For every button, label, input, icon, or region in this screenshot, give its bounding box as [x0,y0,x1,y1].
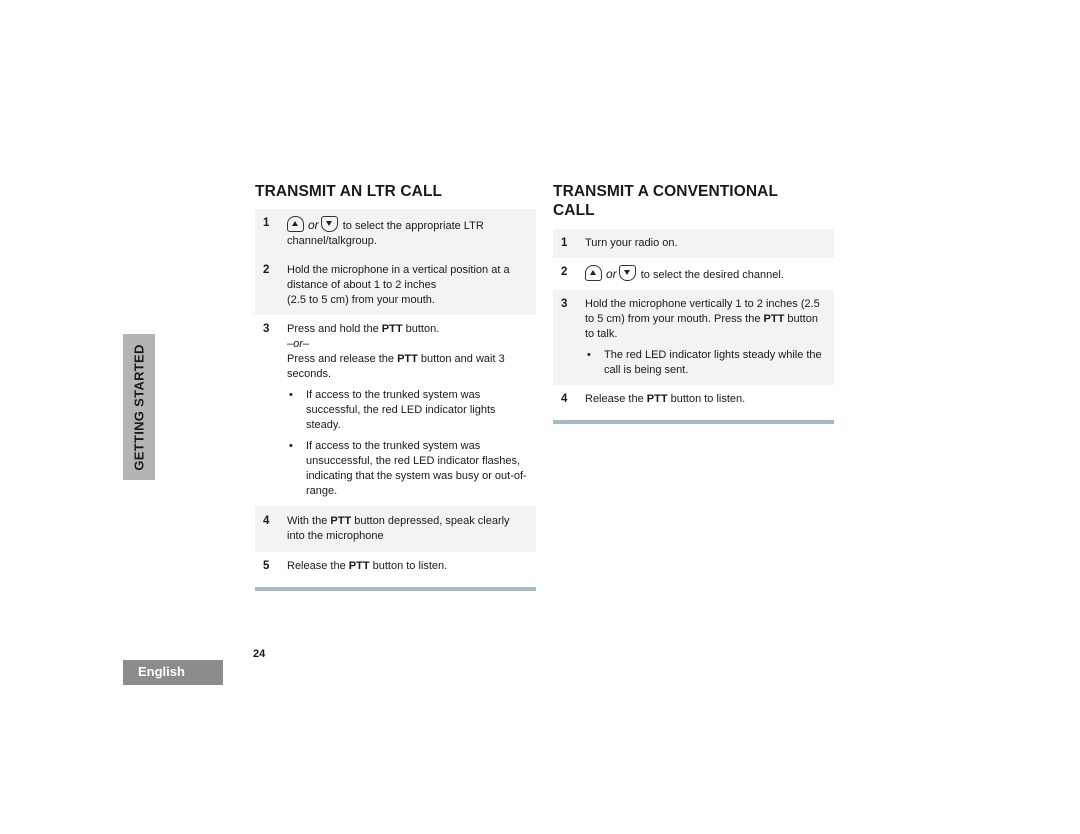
step-item: 1 or to select the appropriate LTR chann… [255,209,536,256]
section-tab-label: GETTING STARTED [131,343,147,471]
step-number: 2 [263,264,270,276]
bullet-text: If access to the trunked system was unsu… [306,440,527,497]
ptt-label: PTT [397,353,418,365]
step-number: 1 [263,217,270,229]
conventional-call-section: TRANSMIT A CONVENTIONAL CALL 1 Turn your… [553,182,834,424]
bullet-text: The red LED indicator lights steady whil… [604,349,822,376]
step-item: 5 Release the PTT button to listen. [255,552,536,581]
section-title: TRANSMIT AN LTR CALL [255,183,443,200]
step-text: Hold the microphone vertically 1 to 2 in… [585,297,826,378]
step-text: With the PTT button depressed, speak cle… [287,514,528,544]
step-description: Hold the microphone in a vertical positi… [287,264,510,291]
step-number: 4 [561,393,568,405]
text: Press and release the [287,353,398,365]
step-number: 1 [561,237,568,249]
ptt-label: PTT [348,560,370,572]
text: Release the [585,393,647,405]
section-tab-getting-started[interactable]: GETTING STARTED [123,334,155,480]
step-description-cont: (2.5 to 5 cm) from your mouth. [287,294,435,306]
up-arrow-key-icon [585,265,602,281]
step-item: 4 With the PTT button depressed, speak c… [255,506,536,552]
step-number: 3 [561,298,568,310]
step-text: Hold the microphone in a vertical positi… [287,263,528,308]
ltr-call-section: TRANSMIT AN LTR CALL 1 or to select the … [255,182,536,591]
step-number: 4 [263,515,270,527]
ptt-label: PTT [763,313,785,325]
ptt-label: PTT [330,515,352,527]
text: Press and hold the [287,323,382,335]
step-number: 2 [561,266,568,278]
down-arrow-key-icon [618,265,636,281]
or-text: or [308,218,319,232]
text: With the [287,515,331,527]
section-end-rule [553,420,834,424]
step-number: 3 [263,323,270,335]
text: button to listen. [369,560,448,572]
text: Release the [287,560,349,572]
step-text: or to select the appropriate LTR channel… [287,216,528,249]
bullet-list: • The red LED indicator lights steady whi… [585,348,826,378]
bullet-text: If access to the trunked system was succ… [306,389,496,431]
step-number: 5 [263,560,270,572]
bullet-item: • The red LED indicator lights steady whi… [585,348,826,378]
or-separator: –or– [287,338,310,350]
step-text: Release the PTT button to listen. [287,559,528,574]
step-item: 3 Press and hold the PTT button. –or– Pr… [255,315,536,506]
page-number: 24 [253,648,266,660]
text: button to listen. [667,393,746,405]
ptt-label: PTT [646,393,668,405]
step-text: Turn your radio on. [585,237,678,249]
section-title: TRANSMIT A CONVENTIONAL CALL [553,183,778,219]
step-text: Release the PTT button to listen. [585,392,826,407]
step-description: to select the desired channel. [640,269,784,281]
section-end-rule [255,587,536,591]
bullet-item: • If access to the trunked system was uns… [289,440,527,497]
step-item: 2 or to select the desired channel. [553,258,834,290]
or-text: or [606,267,617,281]
step-item: 4 Release the PTT button to listen. [553,385,834,414]
text: button. [402,323,440,335]
ptt-label: PTT [381,323,403,335]
language-tab[interactable]: English [123,660,223,685]
step-item: 2 Hold the microphone in a vertical posi… [255,256,536,315]
step-text: Press and hold the PTT button. –or– Pres… [287,322,528,499]
step-item: 1 Turn your radio on. [553,229,834,258]
step-item: 3 Hold the microphone vertically 1 to 2 … [553,290,834,385]
down-arrow-key-icon [320,216,338,232]
bullet-item: • If access to the trunked system was suc… [287,388,528,433]
bullet-list: • If access to the trunked system was suc… [287,388,528,499]
up-arrow-key-icon [287,216,304,232]
step-text: or to select the desired channel. [585,265,826,283]
